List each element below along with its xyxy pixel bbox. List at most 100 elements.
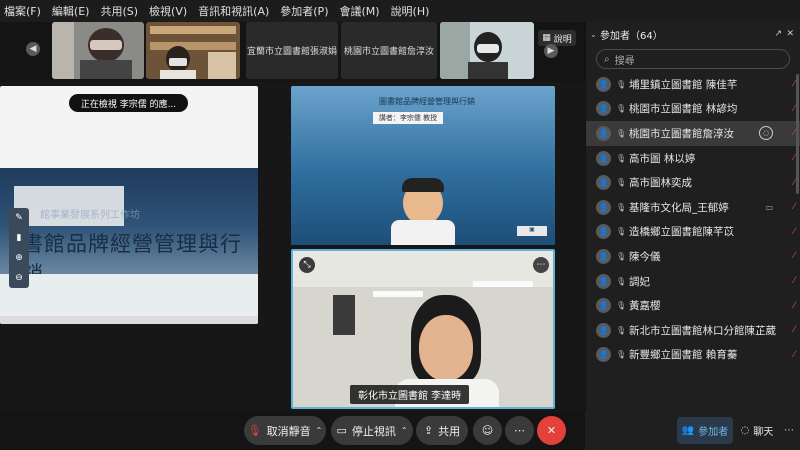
speaker-face — [419, 315, 473, 381]
smiley-icon: ☺ — [481, 424, 494, 437]
menu-help[interactable]: 說明(H) — [391, 3, 430, 19]
menu-view[interactable]: 檢視(V) — [149, 3, 187, 19]
participant-name: 新豐鄉立圖書館 賴育蓁 — [629, 349, 738, 362]
unmute-button[interactable]: 🎙 取消靜音 ⌃ — [244, 416, 326, 445]
video-thumbnail[interactable] — [146, 22, 240, 79]
participant-row[interactable]: 👤 🎙 埔里鎮立圖書館 陳佳芊 ⁄ — [586, 72, 800, 97]
participant-row[interactable]: 👤 🎙 造橋鄉立圖書館陳芊苡 ⁄ — [586, 220, 800, 245]
avatar: 👤 — [596, 101, 611, 117]
panel-scrollbar[interactable] — [796, 74, 799, 194]
menu-file[interactable]: 檔案(F) — [4, 3, 41, 19]
chat-toggle-button[interactable]: ◌ 聊天 — [735, 417, 779, 444]
share-label: 共用 — [438, 424, 461, 438]
menu-share[interactable]: 共用(S) — [100, 3, 138, 19]
menu-edit[interactable]: 編輯(E) — [52, 3, 90, 19]
video-thumbnail[interactable]: 桃園市立圖書館詹淳汝 — [341, 22, 437, 79]
participant-row[interactable]: 👤 🎙 新北市立圖書館林口分館陳芷葳 ⁄ — [586, 318, 800, 343]
zoom-in-icon[interactable]: ⊕ — [15, 253, 23, 263]
pin-icon[interactable]: ⤡ — [299, 257, 315, 273]
people-icon: 👥 — [681, 425, 695, 436]
mic-icon: 🎙 — [616, 178, 627, 188]
participant-row[interactable]: 👤 🎙 調妃 ⁄ — [586, 269, 800, 294]
strip-next-icon[interactable]: ▶ — [544, 44, 558, 58]
mic-muted-icon: ⁄ — [793, 153, 795, 164]
participant-row[interactable]: 👤 🎙 陳今儀 ⁄ — [586, 244, 800, 269]
participants-toggle-button[interactable]: 👥 參加者 — [677, 417, 733, 444]
participant-name: 造橋鄉立圖書館陳芊苡 — [629, 226, 734, 239]
video-tile-active-speaker[interactable]: ⤡ ⋯ 彰化市立圖書館 李達時 — [291, 249, 555, 409]
menu-participants[interactable]: 參加者(P) — [280, 3, 328, 19]
pointer-icon[interactable]: ▮ — [17, 233, 22, 243]
video-thumbnail-strip: ◀ 宜蘭市立圖書館張淑娟 桃園市立圖書館詹淳汝 ▦ 說明 ▶ — [0, 22, 585, 82]
door — [333, 295, 355, 335]
mic-icon: 🎙 — [616, 227, 627, 237]
mic-muted-icon: ⁄ — [793, 177, 795, 188]
video-thumbnail[interactable] — [440, 22, 534, 79]
face-mask — [90, 40, 122, 50]
participant-name: 桃園市立圖書館詹淳汝 — [629, 127, 734, 140]
unmute-label: 取消靜音 — [266, 424, 311, 438]
mic-muted-icon: ⁄ — [793, 128, 795, 139]
participant-row[interactable]: 👤 🎙 桃園市立圖書館 林諺均 ⁄ — [586, 97, 800, 122]
avatar: 👤 — [596, 298, 611, 314]
participant-row-selected[interactable]: 👤 🎙 桃園市立圖書館詹淳汝 ◌ ⁄ — [586, 121, 800, 146]
window-frame — [440, 22, 470, 79]
menu-audio-video[interactable]: 音訊和視訊(A) — [198, 3, 269, 19]
participant-row[interactable]: 👤 🎙 新豐鄉立圖書館 賴育蓁 ⁄ — [586, 343, 800, 368]
participants-header: ⌄ 參加者（64） ↗ ✕ — [586, 22, 800, 46]
reactions-button[interactable]: ☺ — [473, 416, 502, 445]
mic-icon: 🎙 — [616, 79, 627, 89]
more-options-icon[interactable]: ⋯ — [533, 257, 549, 273]
avatar: 👤 — [596, 224, 611, 240]
chat-bubble-icon[interactable]: ◌ — [759, 126, 773, 141]
meeting-toolbar: 🎙 取消靜音 ⌃ ▭ 停止視訊 ⌃ ⇪ 共用 ☺ ⋯ ✕ — [0, 412, 585, 450]
participant-row[interactable]: 👤 🎙 黃嘉櫻 ⁄ — [586, 293, 800, 318]
close-icon: ✕ — [546, 424, 557, 437]
avatar: 👤 — [596, 273, 611, 289]
more-button[interactable]: ⋯ — [505, 416, 534, 445]
shoulders — [160, 70, 196, 79]
participant-name: 高市圖 林以婷 — [629, 152, 696, 165]
participant-row[interactable]: 👤 🎙 基隆市文化局_王郁婷 ▭ ⁄ — [586, 195, 800, 220]
menu-meeting[interactable]: 會議(M) — [339, 3, 379, 19]
video-thumbnail[interactable] — [52, 22, 144, 79]
grid-view-icon: ▦ — [542, 33, 551, 43]
avatar: 👤 — [596, 248, 611, 264]
annotate-icon[interactable]: ✎ — [15, 213, 23, 223]
strip-prev-icon[interactable]: ◀ — [26, 42, 40, 56]
speaker-view-button[interactable]: ▦ 說明 — [538, 30, 576, 46]
chevron-up-icon: ⌃ — [315, 426, 323, 435]
panel-more-button[interactable]: ⋯ — [781, 417, 797, 444]
avatar: 👤 — [596, 76, 611, 92]
menu-bar: 檔案(F) 編輯(E) 共用(S) 檢視(V) 音訊和視訊(A) 參加者(P) … — [0, 0, 800, 22]
participant-row[interactable]: 👤 🎙 高市圖林奕成 ⁄ — [586, 170, 800, 195]
zoom-out-icon[interactable]: ⊖ — [15, 273, 23, 283]
video-thumbnail[interactable]: 宜蘭市立圖書館張淑娟 — [246, 22, 338, 79]
search-icon: ⌕ — [604, 53, 610, 65]
shared-screen-scrollbar[interactable] — [0, 316, 258, 324]
shoulders — [468, 62, 508, 79]
slide-footer — [0, 274, 258, 316]
face-mask — [477, 44, 499, 53]
participants-panel: ⌄ 參加者（64） ↗ ✕ ⌕ 搜尋 👤 🎙 埔里鎮立圖書館 陳佳芊 ⁄ 👤 🎙 桃園市立… — [585, 22, 800, 412]
mic-muted-icon: ⁄ — [793, 349, 795, 360]
speaker-name-tag: 彰化市立圖書館 李達時 — [350, 385, 470, 404]
close-panel-icon[interactable]: ✕ — [786, 29, 794, 39]
participant-search-input[interactable]: ⌕ 搜尋 — [596, 49, 790, 69]
zoom-tools: ✎ ▮ ⊕ ⊖ — [9, 208, 29, 288]
more-icon: ⋯ — [784, 425, 794, 436]
participant-name: 桃園市立圖書館 林諺均 — [629, 103, 738, 116]
stop-video-label: 停止視訊 — [351, 424, 396, 438]
participant-name: 新北市立圖書館林口分館陳芷葳 — [629, 324, 776, 337]
stop-video-button[interactable]: ▭ 停止視訊 ⌃ — [331, 416, 413, 445]
share-button[interactable]: ⇪ 共用 — [416, 416, 468, 445]
avatar: 👤 — [596, 322, 611, 338]
leave-meeting-button[interactable]: ✕ — [537, 416, 566, 445]
video-camera-icon: ▭ — [336, 424, 347, 437]
participant-row[interactable]: 👤 🎙 高市圖 林以婷 ⁄ — [586, 146, 800, 171]
pop-out-icon[interactable]: ↗ — [774, 29, 782, 39]
logo-icon: ▣ — [517, 226, 547, 236]
collapse-icon[interactable]: ⌄ — [590, 30, 597, 39]
video-tile-presenter[interactable]: 圖書館品牌經營管理與行銷 講者：李宗儒 教授 ▣ — [291, 86, 555, 245]
shared-screen[interactable]: 正在檢視 李宗儒 的應... 館事業發展系列工作坊 書館品牌經營管理與行銷 ✎ … — [0, 86, 258, 324]
